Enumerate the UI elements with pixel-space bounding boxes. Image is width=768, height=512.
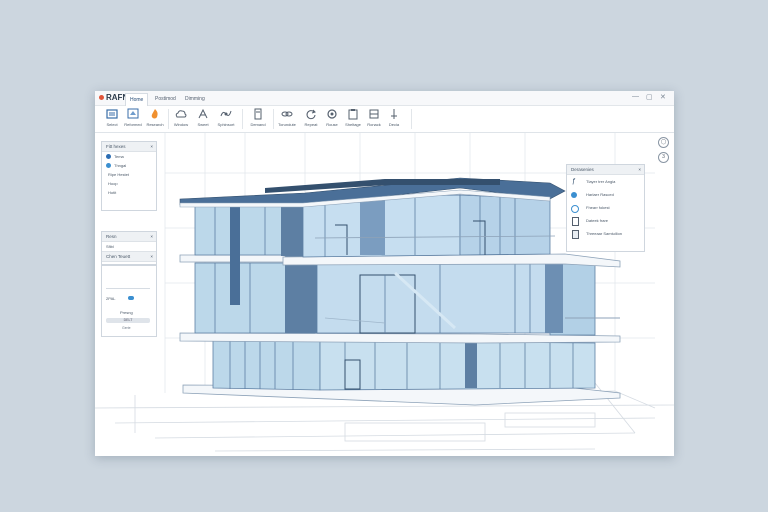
clipboard-icon: [572, 230, 579, 239]
third-floor-glass-right: [459, 194, 551, 256]
ribbon-divider: [411, 109, 412, 129]
decia-label: Decia: [388, 122, 400, 127]
tool-item[interactable]: Fhearr fokest: [567, 201, 644, 214]
select-icon: [106, 109, 118, 119]
app-window: RAFN Home Postimod Dimming — ▢ ✕ Select …: [95, 91, 674, 456]
third-floor-wall-panel: [281, 201, 303, 256]
sphinsort-button[interactable]: Sphinsort: [215, 108, 237, 130]
mesh-icon: [220, 110, 232, 117]
transform-icon: [127, 108, 139, 119]
list-item[interactable]: Thngal: [102, 161, 156, 170]
pin-icon: [391, 109, 397, 119]
ground-floor-glass-left: [212, 340, 321, 391]
pen-icon: ƒ: [572, 178, 576, 185]
zoom-button[interactable]: 3: [658, 152, 669, 163]
divider: [106, 288, 150, 289]
tool-item[interactable]: Threeaar Samtuilion: [567, 227, 644, 240]
ground-floor-column: [465, 343, 477, 388]
minimize-button[interactable]: —: [632, 93, 639, 100]
panel-title: Resn: [106, 234, 117, 239]
torundute-button[interactable]: Torundute: [276, 108, 298, 130]
ground-floor-glass-right: [319, 340, 596, 391]
field-row[interactable]: Sfibl: [102, 242, 156, 251]
panel-close-icon[interactable]: ×: [150, 252, 153, 261]
vertical-fin: [230, 205, 240, 305]
settings-panel: 2PAL Presng DELT Gerie: [101, 265, 157, 337]
cloud-icon: [175, 110, 187, 118]
tool-item[interactable]: ƒ Tlayer trer Angia: [567, 175, 644, 188]
properties-panel: Fitt hexes × Tema Thngal Ripe Hestet Hoop…: [101, 141, 157, 211]
list-item[interactable]: Hotit: [102, 188, 156, 197]
panel-close-icon[interactable]: ×: [150, 232, 153, 241]
link-icon: [281, 111, 293, 117]
sweep-icon: [198, 108, 208, 119]
tool-item[interactable]: Harlaer Rasced: [567, 188, 644, 201]
fire-icon: [151, 109, 158, 119]
viewport-canvas[interactable]: Fitt hexes × Tema Thngal Ripe Hestet Hoop…: [95, 133, 674, 456]
second-floor-column: [545, 263, 563, 333]
panel-title: Fitt hexes: [106, 144, 126, 149]
info-icon: [106, 163, 111, 168]
layers-icon: [369, 109, 379, 119]
tools-panel: Derasenies × ƒ Tlayer trer Angia Harlaer R…: [566, 164, 645, 252]
panel-header: Fitt hexes ×: [102, 142, 156, 152]
list-item[interactable]: Tema: [102, 152, 156, 161]
research-button[interactable]: Research: [144, 108, 166, 130]
tab-postimod[interactable]: Postimod: [151, 93, 180, 105]
clipboard-icon: [348, 109, 358, 120]
close-button[interactable]: ✕: [660, 93, 666, 101]
tool-item[interactable]: Dateek frare: [567, 214, 644, 227]
panel-close-icon[interactable]: ×: [150, 142, 153, 151]
setting-label: Presng: [120, 310, 133, 315]
rotate-icon: [306, 109, 316, 120]
delete-button[interactable]: DELT: [106, 318, 150, 323]
sub-label: Gerie: [122, 326, 131, 330]
edit-icon: [106, 154, 111, 159]
ribbon-toolbar: Select Reformed Research Window Sweet Sp…: [95, 106, 674, 133]
toggle-switch[interactable]: [128, 296, 134, 300]
sphinsort-label: Sphinsort: [217, 122, 235, 127]
panel-title: Derasenies: [571, 167, 594, 172]
document-icon: [572, 217, 579, 226]
section-header: Chen Teuett ×: [102, 251, 156, 262]
maximize-button[interactable]: ▢: [646, 93, 653, 101]
orbit-button[interactable]: ◯: [658, 137, 669, 148]
list-item[interactable]: Ripe Hestet: [102, 170, 156, 179]
globe-icon: [571, 192, 577, 198]
app-logo-icon: [99, 95, 104, 100]
list-item[interactable]: Hoop: [102, 179, 156, 188]
tab-home[interactable]: Home: [125, 93, 149, 106]
tab-dimming[interactable]: Dimming: [181, 93, 209, 105]
section-title: Chen Teuett: [106, 254, 131, 259]
demand-button[interactable]: Demand: [247, 108, 269, 130]
panel-header: Derasenies ×: [567, 165, 644, 175]
title-bar: RAFN Home Postimod Dimming — ▢ ✕: [95, 91, 674, 106]
decia-button[interactable]: Decia: [383, 108, 405, 130]
panel-header: Resn ×: [102, 232, 156, 242]
document-icon: [254, 108, 262, 120]
layers-panel: Resn × Sfibl Chen Teuett ×: [101, 231, 157, 265]
demand-label: Demand: [250, 122, 266, 127]
circle-icon: [571, 205, 579, 213]
gear-icon: [327, 109, 337, 119]
panel-close-icon[interactable]: ×: [638, 165, 641, 174]
value-label: 2PAL: [106, 296, 116, 301]
third-floor-panel: [360, 195, 385, 255]
